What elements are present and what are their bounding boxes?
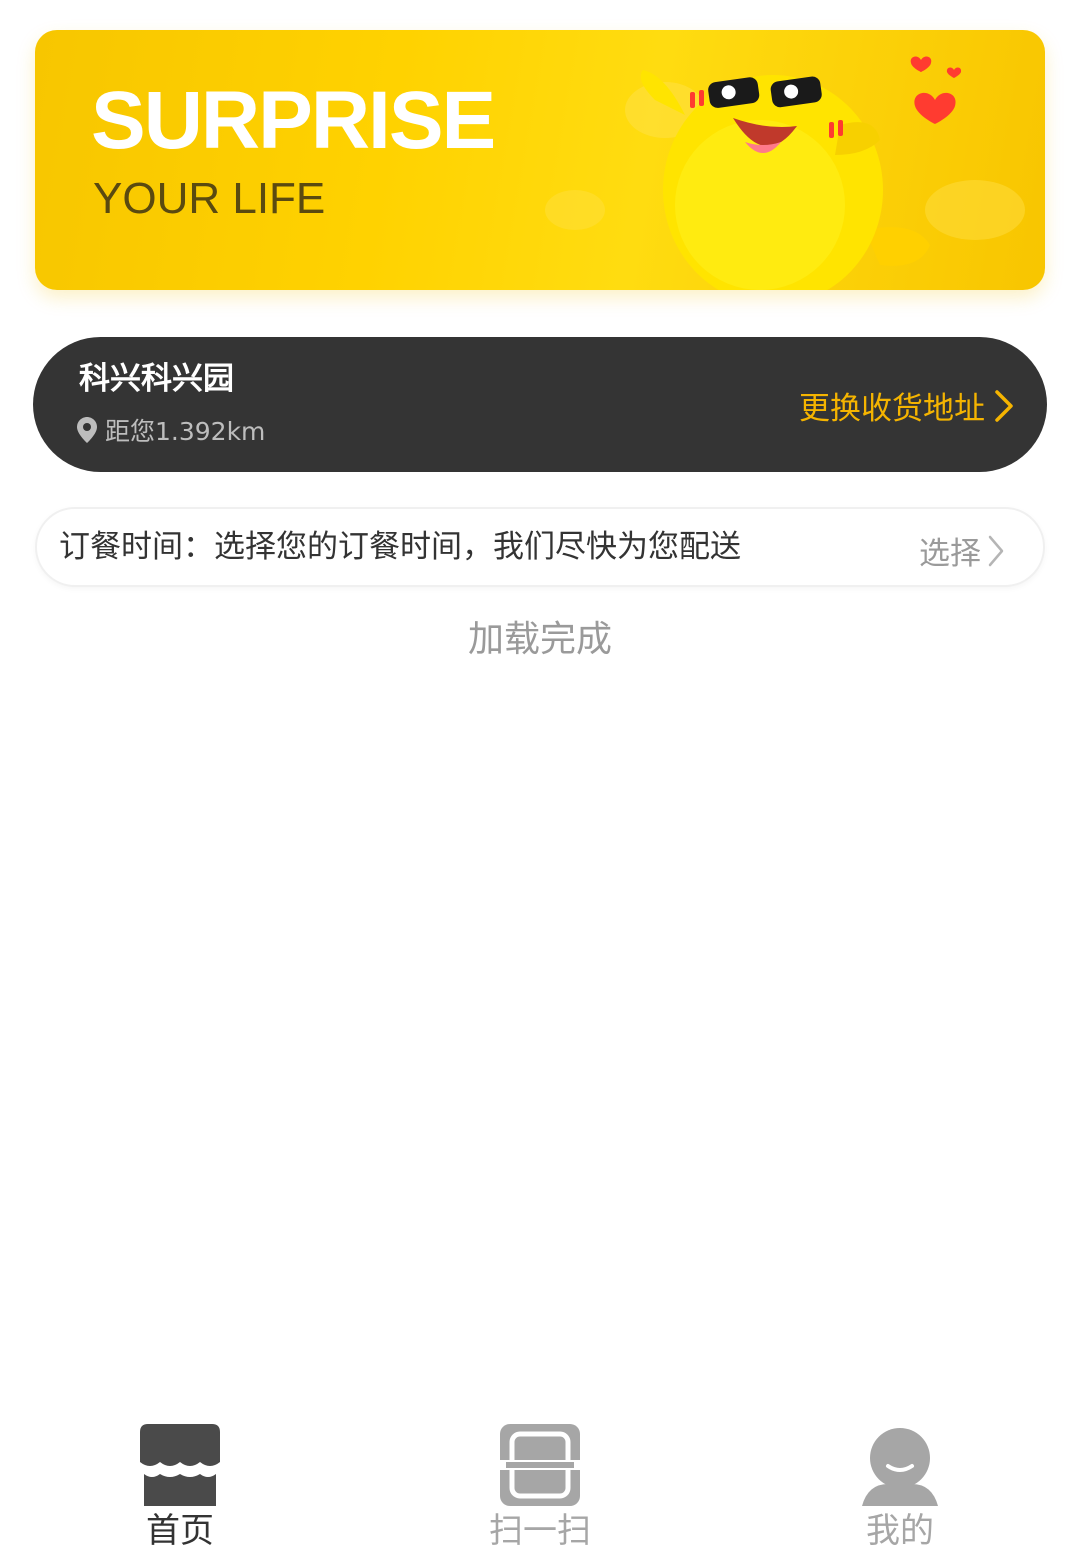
bottom-tab-bar: 首页 扫一扫 我的 (0, 1410, 1080, 1566)
order-time-text: 订餐时间：选择您的订餐时间，我们尽快为您配送 (59, 529, 741, 565)
chevron-right-icon (988, 535, 1004, 566)
address-name: 科兴科兴园 (79, 361, 234, 397)
load-status-text: 加载完成 (467, 619, 612, 660)
mascot-illustration (545, 56, 1025, 290)
tab-mine-label: 我的 (866, 1511, 934, 1551)
change-address-label: 更换收货地址 (799, 391, 985, 427)
promo-banner[interactable]: SURPRISE YOUR LIFE (35, 30, 1045, 290)
store-icon (140, 1424, 220, 1506)
address-distance: 距您1.392km (105, 417, 266, 446)
home-page: SURPRISE YOUR LIFE 科兴科兴园 距您1.392km 更换收货地… (0, 0, 1080, 1566)
scan-icon (500, 1424, 580, 1506)
tab-mine[interactable]: 我的 (800, 1422, 1000, 1566)
order-time-select-label: 选择 (919, 536, 981, 572)
tab-scan[interactable]: 扫一扫 (440, 1422, 640, 1566)
tab-home-label: 首页 (146, 1511, 214, 1551)
user-icon (862, 1428, 938, 1506)
address-distance-row: 距您1.392km (77, 412, 265, 448)
delivery-address-card[interactable]: 科兴科兴园 距您1.392km 更换收货地址 (33, 337, 1047, 472)
location-pin-icon (77, 417, 97, 443)
banner-subtitle: YOUR LIFE (93, 174, 326, 223)
order-time-select-button[interactable]: 选择 (919, 528, 1007, 573)
chevron-right-icon (995, 389, 1013, 422)
banner-title: SURPRISE (91, 75, 496, 166)
tab-scan-label: 扫一扫 (489, 1511, 591, 1551)
tab-home[interactable]: 首页 (80, 1422, 280, 1566)
change-address-button[interactable]: 更换收货地址 (799, 383, 1017, 428)
order-time-row[interactable]: 订餐时间：选择您的订餐时间，我们尽快为您配送 选择 (35, 507, 1045, 587)
